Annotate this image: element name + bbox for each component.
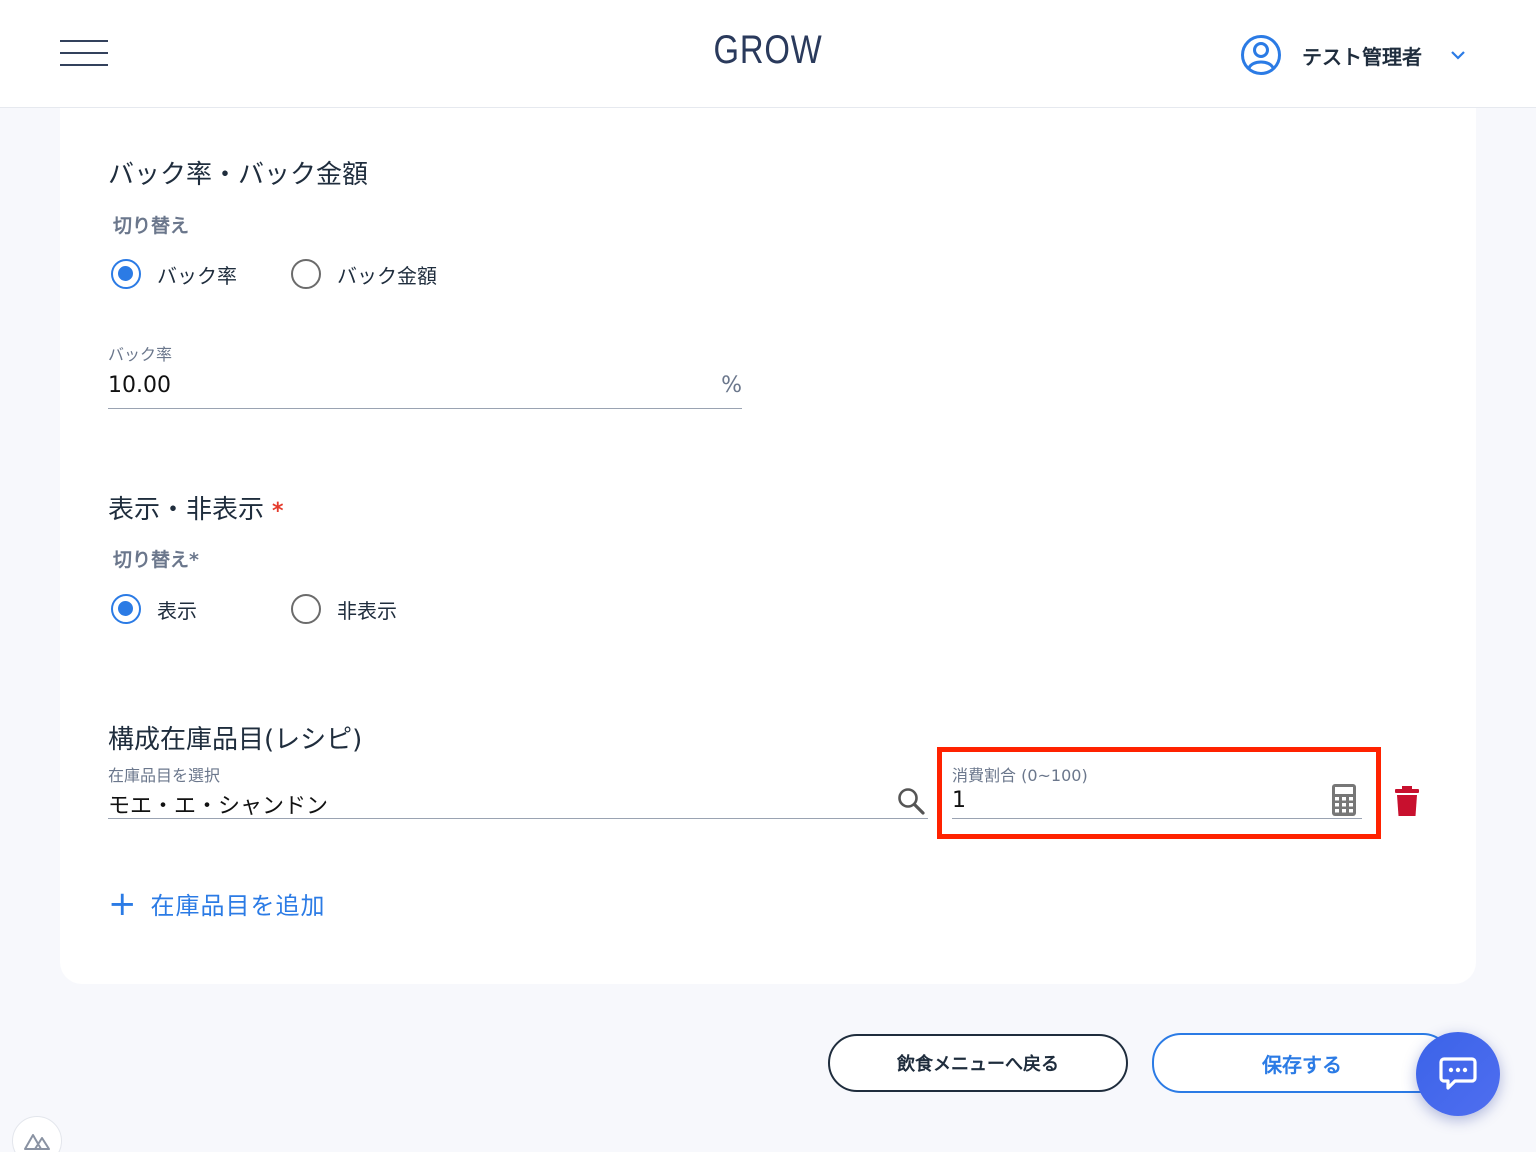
stock-item-field[interactable]: 在庫品目を選択 モエ・エ・シャンドン bbox=[108, 762, 928, 819]
stock-item-input[interactable]: モエ・エ・シャンドン bbox=[108, 788, 328, 820]
user-menu[interactable]: テスト管理者 bbox=[1240, 34, 1468, 76]
required-mark: * bbox=[272, 499, 284, 524]
highlight-box bbox=[937, 747, 1381, 839]
display-toggle-label: 切り替え* bbox=[113, 549, 199, 571]
radio-display-hide[interactable]: 非表示 bbox=[291, 594, 397, 624]
radio-label: バック率 bbox=[157, 263, 237, 288]
user-circle-icon bbox=[1241, 35, 1281, 75]
add-stock-item-label: 在庫品目を追加 bbox=[150, 892, 326, 920]
field-label: 在庫品目を選択 bbox=[108, 766, 221, 785]
back-to-menu-button[interactable]: 飲食メニューへ戻る bbox=[828, 1034, 1128, 1092]
back-rate-field[interactable]: バック率 10.00 % bbox=[108, 341, 742, 409]
radio-circle[interactable] bbox=[111, 259, 141, 289]
plus-icon: + bbox=[108, 883, 137, 924]
add-stock-item-button[interactable]: + 在庫品目を追加 bbox=[108, 886, 326, 921]
display-section-title-text: 表示・非表示 bbox=[108, 495, 265, 525]
radio-display-show[interactable]: 表示 bbox=[111, 594, 197, 624]
radio-back-amount[interactable]: バック金額 bbox=[291, 259, 437, 289]
field-label: バック率 bbox=[108, 345, 173, 364]
recipe-section-title: 構成在庫品目(レシピ) bbox=[108, 725, 363, 755]
app-logo[interactable]: GROW bbox=[686, 28, 850, 73]
back-section-title: バック率・バック金額 bbox=[108, 160, 369, 190]
chat-button[interactable] bbox=[1416, 1032, 1500, 1116]
app-header: GROW テスト管理者 bbox=[0, 0, 1536, 108]
display-section-title: 表示・非表示 * bbox=[108, 489, 284, 526]
nuxt-devtools-badge[interactable] bbox=[12, 1116, 62, 1152]
menu-icon[interactable] bbox=[60, 38, 108, 68]
percent-suffix: % bbox=[721, 373, 742, 398]
trash-icon[interactable] bbox=[1395, 786, 1419, 816]
radio-circle[interactable] bbox=[291, 594, 321, 624]
back-toggle-label: 切り替え bbox=[113, 215, 190, 237]
search-icon[interactable] bbox=[896, 786, 926, 816]
user-name: テスト管理者 bbox=[1302, 44, 1422, 69]
radio-circle[interactable] bbox=[111, 594, 141, 624]
chevron-down-icon bbox=[1451, 51, 1465, 60]
radio-back-rate[interactable]: バック率 bbox=[111, 259, 237, 289]
radio-label: 表示 bbox=[157, 598, 197, 623]
radio-label: バック金額 bbox=[337, 263, 437, 288]
radio-label: 非表示 bbox=[337, 598, 397, 623]
radio-circle[interactable] bbox=[291, 259, 321, 289]
form-card bbox=[60, 108, 1476, 984]
back-rate-input[interactable]: 10.00 bbox=[108, 373, 171, 398]
chat-icon bbox=[1439, 1057, 1477, 1090]
save-button[interactable]: 保存する bbox=[1152, 1033, 1452, 1093]
nuxt-icon bbox=[24, 1134, 50, 1150]
